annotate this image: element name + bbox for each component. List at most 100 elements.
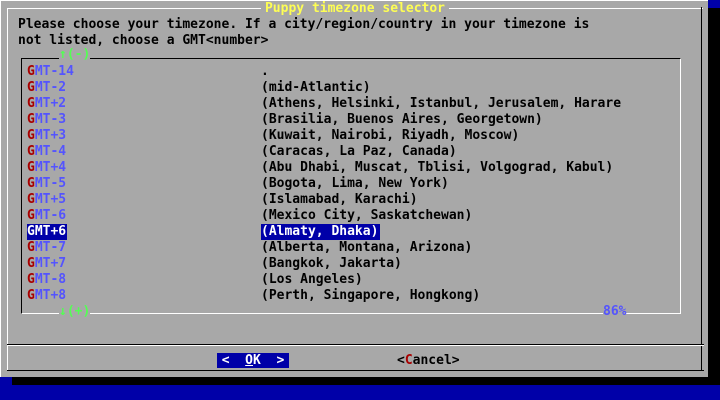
list-item[interactable]: GMT-14.	[27, 64, 679, 80]
list-item-tag-hotkey: G	[27, 160, 35, 175]
list-item-tag: GMT-4	[27, 144, 67, 160]
list-item[interactable]: GMT-3 (Brasilia, Buenos Aires, Georgetown…	[27, 112, 679, 128]
list-item-description: (Athens, Helsinki, Istanbul, Jerusalem, …	[261, 96, 622, 111]
list-item-tag: GMT-6	[27, 208, 67, 224]
list-item[interactable]: GMT+7 (Bangkok, Jakarta)	[27, 256, 679, 272]
list-item-description: .	[261, 64, 269, 79]
list-item-description: (Los Angeles)	[261, 272, 363, 287]
ok-bracket-right: >	[260, 353, 285, 368]
terminal-screen: Puppy timezone selector Please choose yo…	[0, 0, 720, 400]
list-item-description: (Bogota, Lima, New York)	[261, 176, 449, 191]
list-item-tag-rest: MT+5	[34, 192, 67, 207]
cancel-bracket-right: >	[451, 353, 460, 368]
ok-button[interactable]: < OK >	[217, 353, 289, 368]
list-item[interactable]: GMT-5 (Bogota, Lima, New York)	[27, 176, 679, 192]
list-item-tag-rest: MT-5	[34, 176, 67, 191]
list-item-tag-hotkey: G	[27, 256, 35, 271]
scroll-down-indicator[interactable]: ↓(+)	[59, 304, 91, 320]
ok-label-rest: K	[253, 353, 261, 368]
list-item-tag: GMT+4	[27, 160, 67, 176]
list-item-tag-hotkey: G	[27, 144, 35, 159]
dialog-prompt: Please choose your timezone. If a city/r…	[18, 17, 698, 49]
cancel-label-rest: ancel	[412, 353, 452, 368]
list-item-tag-hotkey: G	[27, 112, 35, 127]
list-item-tag-rest: MT+7	[34, 256, 67, 271]
list-item-tag-hotkey: G	[27, 288, 35, 303]
prompt-line-2: not listed, choose a GMT<number>	[18, 33, 269, 48]
list-item[interactable]: GMT-8 (Los Angeles)	[27, 272, 679, 288]
dialog-inner-border-left	[7, 8, 8, 371]
list-item-tag: GMT+8	[27, 288, 67, 304]
list-item-tag: GMT+3	[27, 128, 67, 144]
list-item-description: (Mexico City, Saskatchewan)	[261, 208, 473, 223]
list-item-description: (Caracas, La Paz, Canada)	[261, 144, 457, 159]
list-item-tag-rest: MT-7	[34, 240, 67, 255]
list-item-tag: GMT+5	[27, 192, 67, 208]
list-item[interactable]: GMT+4 (Abu Dhabi, Muscat, Tblisi, Volgogr…	[27, 160, 679, 176]
list-item-tag-hotkey: G	[27, 96, 35, 111]
list-item-tag-rest: MT-4	[34, 144, 67, 159]
dialog-title-bar: Puppy timezone selector	[1, 1, 709, 17]
list-item-tag: GMT+7	[27, 256, 67, 272]
list-item-tag: GMT-3	[27, 112, 67, 128]
list-item-tag: GMT-5	[27, 176, 67, 192]
list-item[interactable]: GMT+8 (Perth, Singapore, Hongkong)	[27, 288, 679, 304]
list-item-tag-rest: MT+8	[34, 288, 67, 303]
dialog-inner-border-bottom	[7, 370, 704, 371]
list-item-description: (Alberta, Montana, Arizona)	[261, 240, 473, 255]
prompt-line-1: Please choose your timezone. If a city/r…	[18, 17, 590, 32]
list-item-description: (Islamabad, Karachi)	[261, 192, 418, 207]
list-item-tag-rest: MT+3	[34, 128, 67, 143]
dialog-inner-border-right	[701, 7, 702, 371]
list-item-tag-hotkey: G	[27, 272, 35, 287]
list-item-tag-rest: MT-8	[34, 272, 67, 287]
list-item-tag-hotkey: G	[27, 176, 35, 191]
dialog-title: Puppy timezone selector	[260, 1, 449, 16]
timezone-list: GMT-14. GMT-2 (mid-Atlantic) GMT+2 (Athens, …	[27, 64, 679, 304]
list-item-tag-rest: MT-14	[34, 64, 74, 79]
list-item[interactable]: GMT+5 (Islamabad, Karachi)	[27, 192, 679, 208]
ok-hotkey: O	[245, 353, 253, 368]
list-item[interactable]: GMT-6 (Mexico City, Saskatchewan)	[27, 208, 679, 224]
list-item[interactable]: GMT+6 (Almaty, Dhaka)	[27, 224, 679, 240]
list-item-tag-rest: MT-6	[34, 208, 67, 223]
list-item-tag-rest: MT-3	[34, 112, 67, 127]
list-item-description: (Perth, Singapore, Hongkong)	[261, 288, 481, 303]
list-item-tag-hotkey: G	[27, 64, 35, 79]
list-item[interactable]: GMT+2 (Athens, Helsinki, Istanbul, Jerusa…	[27, 96, 679, 112]
list-item-tag: GMT-8	[27, 272, 67, 288]
list-item-description: (Kuwait, Nairobi, Riyadh, Moscow)	[261, 128, 520, 143]
list-item-tag: GMT-2	[27, 80, 67, 96]
list-item-tag-rest: MT+6	[34, 224, 67, 239]
cancel-bracket-left: <	[397, 353, 405, 368]
ok-bracket-left: <	[221, 353, 246, 368]
list-item-description: (Almaty, Dhaka)	[261, 224, 381, 240]
list-item[interactable]: GMT-2 (mid-Atlantic)	[27, 80, 679, 96]
scroll-up-indicator[interactable]: ↑(-)	[59, 47, 91, 63]
list-item-description: (Abu Dhabi, Muscat, Tblisi, Volgograd, K…	[261, 160, 614, 175]
scroll-percentage: 86%	[603, 304, 627, 320]
list-item[interactable]: GMT+3 (Kuwait, Nairobi, Riyadh, Moscow)	[27, 128, 679, 144]
list-item-tag-rest: MT+2	[34, 96, 67, 111]
button-separator-highlight	[7, 345, 704, 346]
list-item[interactable]: GMT-4 (Caracas, La Paz, Canada)	[27, 144, 679, 160]
list-item-tag-hotkey: G	[27, 224, 35, 239]
list-item-tag-rest: MT+4	[34, 160, 67, 175]
list-item-tag: GMT+6	[27, 224, 68, 240]
list-item-description: (Bangkok, Jakarta)	[261, 256, 402, 271]
timezone-dialog: Puppy timezone selector Please choose yo…	[0, 0, 708, 377]
list-item-description: (mid-Atlantic)	[261, 80, 371, 95]
list-item-tag-hotkey: G	[27, 208, 35, 223]
cancel-button[interactable]: <Cancel>	[397, 353, 460, 368]
list-item-tag: GMT-14	[27, 64, 75, 80]
cancel-hotkey: C	[404, 353, 413, 368]
list-item-tag-rest: MT-2	[34, 80, 67, 95]
list-item-tag-hotkey: G	[27, 240, 35, 255]
list-item-tag-hotkey: G	[27, 128, 35, 143]
list-item-tag-hotkey: G	[27, 192, 35, 207]
list-item-tag-hotkey: G	[27, 80, 35, 95]
list-item-tag: GMT-7	[27, 240, 67, 256]
list-item[interactable]: GMT-7 (Alberta, Montana, Arizona)	[27, 240, 679, 256]
list-item-description: (Brasilia, Buenos Aires, Georgetown)	[261, 112, 543, 127]
list-item-tag: GMT+2	[27, 96, 67, 112]
